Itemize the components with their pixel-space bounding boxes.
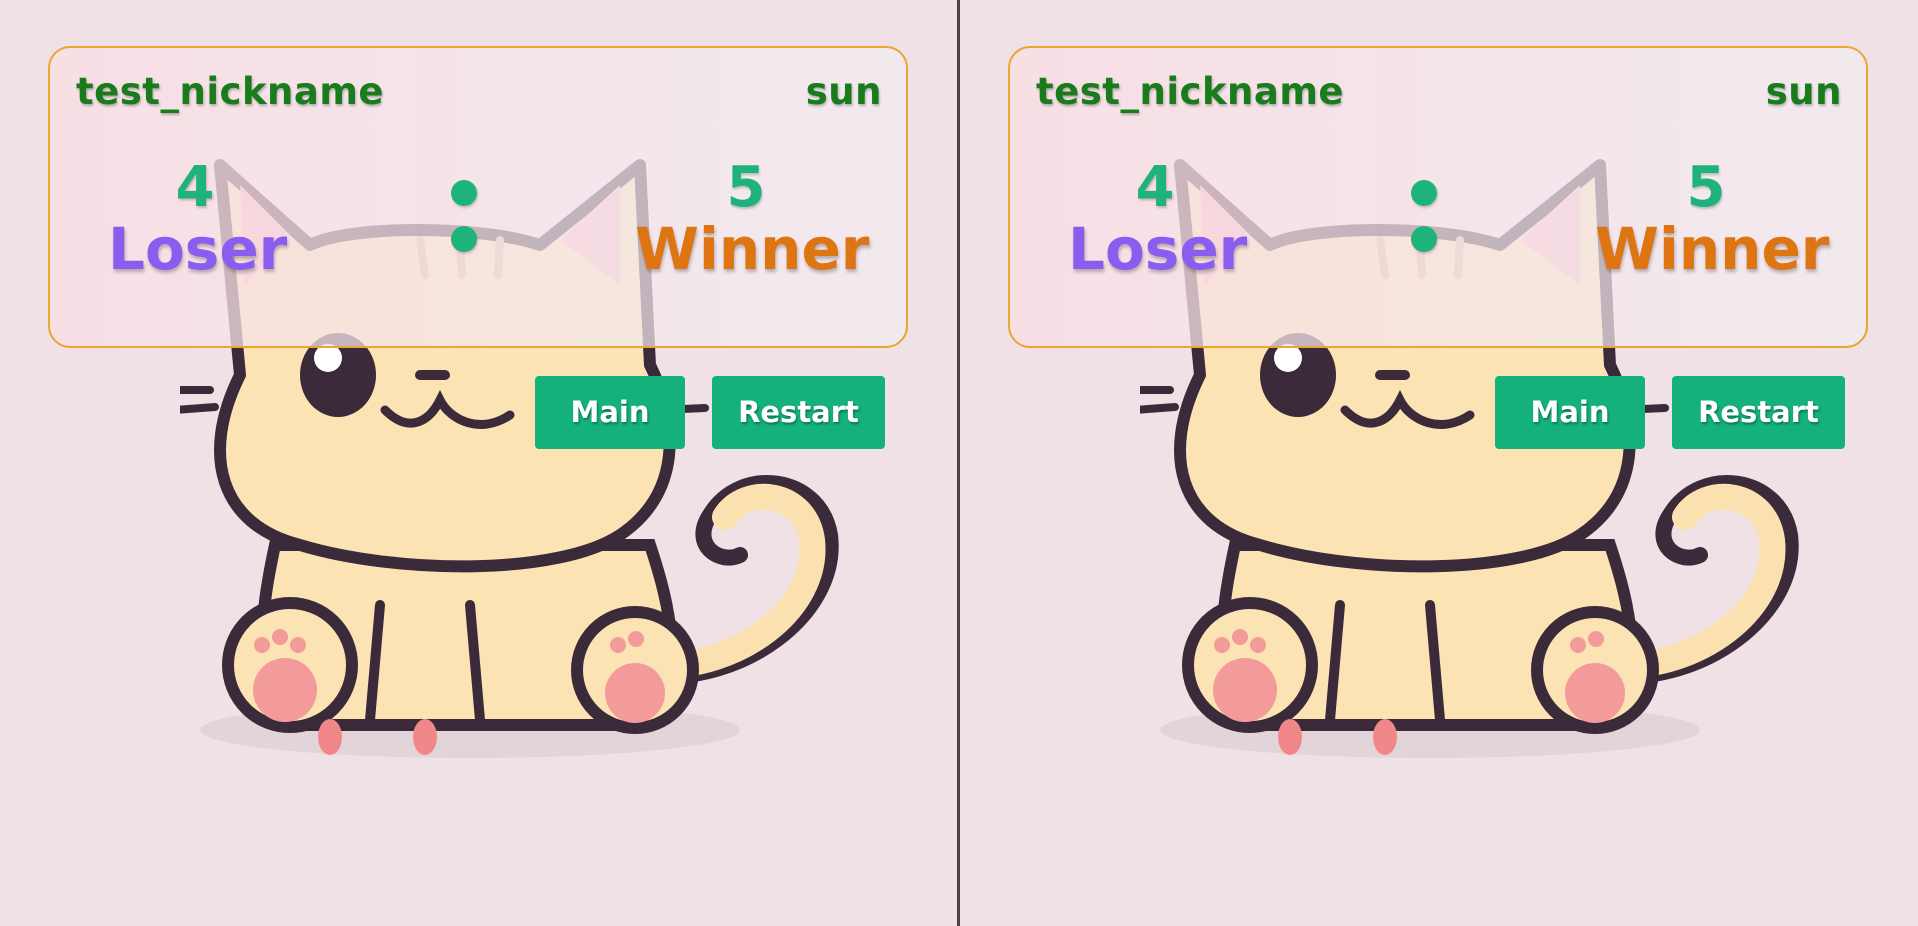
player2-result-label: Winner: [635, 215, 870, 283]
main-button[interactable]: Main: [1495, 376, 1645, 449]
colon-icon: [443, 176, 483, 256]
player1-score: 4: [1135, 155, 1175, 220]
colon-dot-bottom: [1411, 226, 1437, 252]
score-panel: test_nickname sun 4 5 Loser Winner: [48, 46, 908, 348]
score-panel: test_nickname sun 4 5 Loser Winner: [1008, 46, 1868, 348]
player2-score: 5: [1686, 155, 1726, 220]
player2-result-label: Winner: [1595, 215, 1830, 283]
player2-score: 5: [726, 155, 766, 220]
player1-name: test_nickname: [76, 70, 385, 113]
player1-result-label: Loser: [1068, 215, 1248, 283]
player1-score: 4: [175, 155, 215, 220]
colon-dot-top: [451, 180, 477, 206]
main-button[interactable]: Main: [535, 376, 685, 449]
restart-button[interactable]: Restart: [712, 376, 885, 449]
colon-icon: [1403, 176, 1443, 256]
colon-dot-top: [1411, 180, 1437, 206]
restart-button[interactable]: Restart: [1672, 376, 1845, 449]
game-over-screen-left: test_nickname sun 4 5 Loser Winner Main …: [0, 0, 957, 926]
game-over-screen-right: test_nickname sun 4 5 Loser Winner Main …: [960, 0, 1917, 926]
colon-dot-bottom: [451, 226, 477, 252]
player2-name: sun: [1765, 70, 1842, 113]
split-screen-view: test_nickname sun 4 5 Loser Winner Main …: [0, 0, 1918, 926]
player2-name: sun: [805, 70, 882, 113]
player1-name: test_nickname: [1036, 70, 1345, 113]
player1-result-label: Loser: [108, 215, 288, 283]
